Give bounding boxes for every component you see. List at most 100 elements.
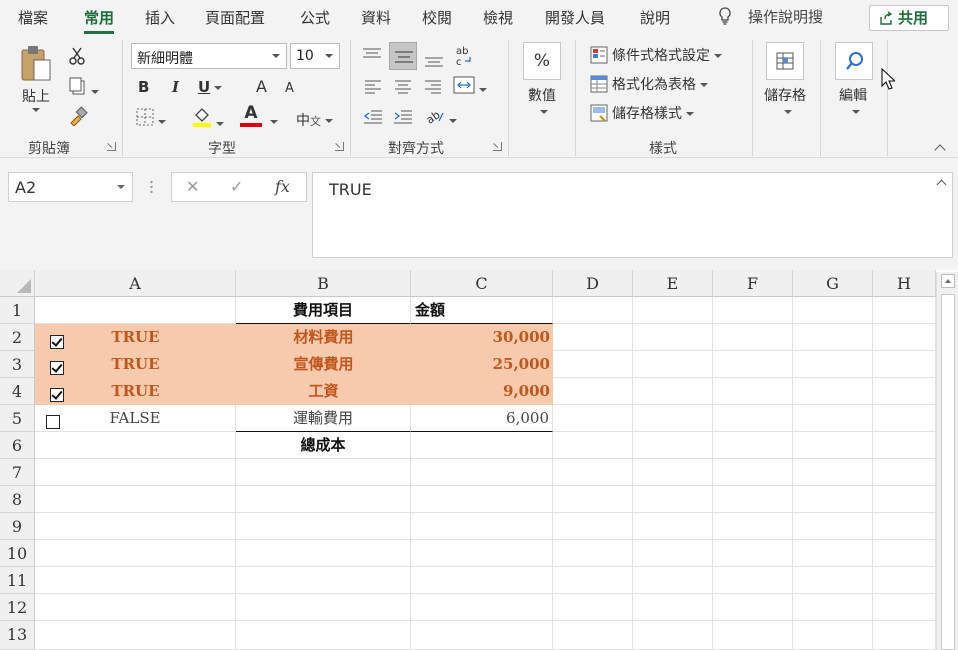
scrollbar-thumb[interactable] bbox=[941, 294, 955, 650]
cell-F1[interactable] bbox=[713, 297, 793, 324]
cell-H1[interactable] bbox=[873, 297, 936, 324]
cell-H11[interactable] bbox=[873, 567, 936, 594]
cell-E7[interactable] bbox=[633, 459, 713, 486]
cell-D9[interactable] bbox=[553, 513, 633, 540]
grow-font-button[interactable]: A bbox=[256, 77, 267, 96]
cell-G9[interactable] bbox=[793, 513, 873, 540]
cell-E12[interactable] bbox=[633, 594, 713, 621]
cell-E8[interactable] bbox=[633, 486, 713, 513]
cell-G1[interactable] bbox=[793, 297, 873, 324]
cell-B2[interactable]: 材料費用 bbox=[236, 324, 411, 351]
row-header-1[interactable]: 1 bbox=[0, 297, 35, 324]
phonetic-button[interactable]: 中文 bbox=[296, 110, 333, 130]
fill-color-button[interactable] bbox=[192, 106, 224, 132]
shrink-font-button[interactable]: A bbox=[285, 81, 294, 96]
font-name-select[interactable]: 新細明體 bbox=[131, 43, 287, 69]
cell-E2[interactable] bbox=[633, 324, 713, 351]
cell-F12[interactable] bbox=[713, 594, 793, 621]
cell-G2[interactable] bbox=[793, 324, 873, 351]
borders-button[interactable] bbox=[136, 108, 166, 130]
cell-G11[interactable] bbox=[793, 567, 873, 594]
cell-E6[interactable] bbox=[633, 432, 713, 459]
cell-B13[interactable] bbox=[236, 621, 411, 650]
italic-button[interactable]: I bbox=[172, 78, 179, 96]
cell-D8[interactable] bbox=[553, 486, 633, 513]
cell-D2[interactable] bbox=[553, 324, 633, 351]
cell-C1[interactable]: 金額 bbox=[411, 297, 553, 324]
column-header-D[interactable]: D bbox=[553, 270, 633, 297]
cell-H13[interactable] bbox=[873, 621, 936, 650]
tab-file[interactable]: 檔案 bbox=[18, 7, 48, 28]
alignment-dialog-launcher[interactable] bbox=[493, 142, 502, 151]
tab-help[interactable]: 說明 bbox=[640, 7, 670, 28]
cell-A13[interactable] bbox=[35, 621, 236, 650]
copy-button[interactable] bbox=[67, 76, 99, 100]
align-right-icon[interactable] bbox=[424, 80, 442, 94]
row-header-9[interactable]: 9 bbox=[0, 513, 35, 540]
vertical-scrollbar[interactable] bbox=[936, 272, 958, 650]
cell-G8[interactable] bbox=[793, 486, 873, 513]
cancel-icon[interactable]: ✕ bbox=[186, 177, 199, 196]
row-header-10[interactable]: 10 bbox=[0, 540, 35, 567]
cell-A5[interactable]: FALSE bbox=[35, 405, 236, 432]
cell-A6[interactable] bbox=[35, 432, 236, 459]
column-header-H[interactable]: H bbox=[873, 270, 936, 297]
cell-B3[interactable]: 宣傳費用 bbox=[236, 351, 411, 378]
cell-A9[interactable] bbox=[35, 513, 236, 540]
cell-A4[interactable]: TRUE bbox=[35, 378, 236, 405]
row-header-8[interactable]: 8 bbox=[0, 486, 35, 513]
select-all-button[interactable] bbox=[0, 270, 35, 297]
tab-home[interactable]: 常用 bbox=[84, 7, 115, 34]
row-header-12[interactable]: 12 bbox=[0, 594, 35, 621]
checkbox-row-5[interactable] bbox=[46, 415, 60, 429]
cell-G7[interactable] bbox=[793, 459, 873, 486]
collapse-formula-bar-icon[interactable] bbox=[936, 179, 947, 190]
tab-review[interactable]: 校閱 bbox=[422, 7, 452, 28]
cell-F13[interactable] bbox=[713, 621, 793, 650]
checkbox-row-4[interactable] bbox=[50, 388, 64, 402]
cell-C8[interactable] bbox=[411, 486, 553, 513]
cell-G10[interactable] bbox=[793, 540, 873, 567]
cell-B8[interactable] bbox=[236, 486, 411, 513]
cell-F4[interactable] bbox=[713, 378, 793, 405]
cell-H9[interactable] bbox=[873, 513, 936, 540]
cell-F11[interactable] bbox=[713, 567, 793, 594]
cell-D13[interactable] bbox=[553, 621, 633, 650]
conditional-formatting-button[interactable]: 條件式格式設定 bbox=[590, 45, 722, 65]
cell-C6[interactable] bbox=[411, 432, 553, 459]
cell-D6[interactable] bbox=[553, 432, 633, 459]
tab-data[interactable]: 資料 bbox=[361, 7, 391, 28]
font-dialog-launcher[interactable] bbox=[335, 142, 344, 151]
cell-H3[interactable] bbox=[873, 351, 936, 378]
share-button[interactable]: 共用 bbox=[869, 5, 949, 31]
cell-E9[interactable] bbox=[633, 513, 713, 540]
column-header-C[interactable]: C bbox=[411, 270, 553, 297]
cell-C13[interactable] bbox=[411, 621, 553, 650]
tab-formulas[interactable]: 公式 bbox=[300, 7, 330, 28]
cell-D5[interactable] bbox=[553, 405, 633, 432]
row-header-7[interactable]: 7 bbox=[0, 459, 35, 486]
tab-page-layout[interactable]: 頁面配置 bbox=[205, 7, 265, 28]
row-header-6[interactable]: 6 bbox=[0, 432, 35, 459]
formula-input[interactable]: TRUE bbox=[312, 172, 953, 258]
paste-button[interactable]: 貼上 bbox=[18, 44, 58, 114]
number-label[interactable]: 數值 bbox=[528, 85, 556, 105]
format-painter-icon[interactable] bbox=[68, 106, 88, 126]
cell-E11[interactable] bbox=[633, 567, 713, 594]
cell-E10[interactable] bbox=[633, 540, 713, 567]
cell-A2[interactable]: TRUE bbox=[35, 324, 236, 351]
align-top-icon[interactable] bbox=[362, 48, 382, 62]
row-header-5[interactable]: 5 bbox=[0, 405, 35, 432]
cell-H7[interactable] bbox=[873, 459, 936, 486]
cell-G4[interactable] bbox=[793, 378, 873, 405]
cut-icon[interactable] bbox=[67, 46, 87, 66]
cell-E5[interactable] bbox=[633, 405, 713, 432]
merge-center-button[interactable] bbox=[453, 76, 487, 98]
cell-D7[interactable] bbox=[553, 459, 633, 486]
cell-F9[interactable] bbox=[713, 513, 793, 540]
cell-E3[interactable] bbox=[633, 351, 713, 378]
row-header-3[interactable]: 3 bbox=[0, 351, 35, 378]
cell-H4[interactable] bbox=[873, 378, 936, 405]
cell-A8[interactable] bbox=[35, 486, 236, 513]
orientation-button[interactable]: ab bbox=[424, 107, 457, 129]
